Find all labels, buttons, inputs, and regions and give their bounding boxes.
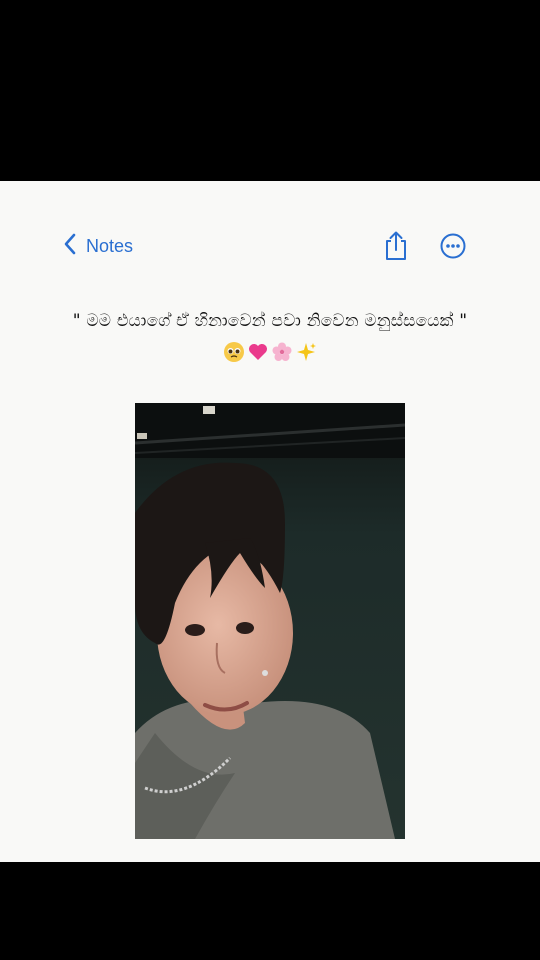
letterbox-bottom — [0, 862, 540, 960]
portrait-photo — [135, 403, 405, 839]
note-text: " මම එයාගේ ඒ හිනාවෙන් පවා නිවෙන මනුස්සයෙ… — [72, 311, 468, 331]
pink-heart-emoji — [247, 341, 269, 363]
ellipsis-circle-icon — [440, 233, 466, 259]
chevron-left-icon — [62, 232, 78, 260]
pleading-face-emoji — [223, 341, 245, 363]
navbar: Notes — [0, 221, 540, 271]
notes-screen: Notes " මම එයාගේ ඒ හිනාවෙන් පවා නිවෙන මන… — [0, 181, 540, 862]
note-body[interactable]: " මම එයාගේ ඒ හිනාවෙන් පවා නිවෙන මනුස්සයෙ… — [0, 311, 540, 365]
back-label: Notes — [86, 235, 134, 256]
more-button[interactable] — [440, 233, 466, 259]
cherry-blossom-emoji — [271, 341, 293, 363]
share-button[interactable] — [382, 230, 410, 262]
share-icon — [386, 231, 406, 260]
emoji-line — [0, 341, 540, 365]
back-button[interactable]: Notes — [62, 231, 133, 261]
sparkles-emoji — [295, 341, 317, 363]
letterbox-top — [0, 0, 540, 181]
